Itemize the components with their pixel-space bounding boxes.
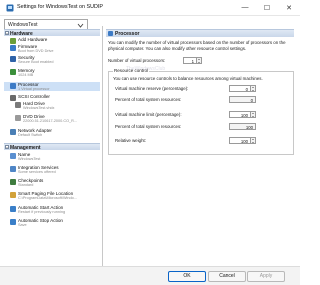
pct-total-label-2: Percent of total system resources: [115,124,182,129]
name-icon [10,153,16,159]
weight-stepper[interactable] [251,137,256,144]
chevron-down-icon [77,23,84,28]
weight-input[interactable]: 100 [229,137,251,144]
panel-header: Processor [106,29,294,37]
processor-icon [108,31,113,36]
nav-item-sub: Standard [18,182,34,187]
nav-item-memory[interactable]: Memory 1024 MB [4,68,100,77]
nav-item-name[interactable]: Name WindowsTest [4,152,100,161]
reserve-stepper[interactable] [251,85,256,92]
stepper-up-icon[interactable] [252,113,254,114]
nav-item-sub: Boot from DVD Drive [18,48,54,53]
hard-drive-icon [15,102,21,108]
nav-item-sub: 1 Virtual processor [18,86,50,91]
nav-item-sub: Default Switch [18,132,43,137]
resource-control-group: Resource control You can use resource co… [108,68,294,155]
nav-item-checkpoints[interactable]: Checkpoints Standard [4,178,100,187]
start-action-icon [10,206,16,212]
panel-description: You can modify the number of virtual pro… [108,40,286,51]
nav-item-label: SCSI Controller [18,94,50,99]
stepper-up-icon[interactable] [198,59,200,60]
close-button[interactable]: ✕ [278,0,300,15]
resource-control-description: You can use resource controls to balance… [113,76,263,81]
pct-total-value-2: 100 [245,124,253,130]
settings-nav-tree: − Hardware Add Hardware Firmware Boot fr… [4,29,100,264]
management-section-header[interactable]: − Management [4,143,100,151]
collapse-icon[interactable]: − [5,145,9,150]
nav-item-sub: Save [18,222,27,227]
nav-item-security[interactable]: Security Secure Boot enabled [4,55,100,64]
minimize-button[interactable]: — [234,0,256,15]
dialog-button-bar: OK Cancel Apply [0,266,300,285]
checkpoints-icon [10,179,16,185]
pct-total-field-1: 0 [229,96,256,103]
nav-item-sub: C:\ProgramData\Microsoft\Windo... [18,195,77,200]
num-vp-value: 1 [191,58,194,64]
nav-item-smart-paging[interactable]: Smart Paging File Location C:\ProgramDat… [4,191,100,200]
firmware-icon [10,45,16,51]
weight-label: Relative weight: [115,138,146,143]
nav-item-sub: Some services offered [18,169,56,174]
maximize-button[interactable]: ☐ [256,0,278,15]
nav-item-sub: 22000.51.210617-2000.CO_R... [23,118,78,123]
splitter[interactable] [102,26,103,266]
dvd-drive-icon [15,115,21,121]
reserve-value: 0 [245,86,248,92]
shield-icon [10,56,16,62]
nav-item-sub: WindowsTest.vhdx [23,105,55,110]
nav-item-label: Add Hardware [18,37,48,42]
nav-item-integration-services[interactable]: Integration Services Some services offer… [4,165,100,174]
apply-button[interactable]: Apply [247,271,285,282]
stepper-down-icon[interactable] [252,142,254,143]
management-section-label: Management [10,144,41,151]
nav-item-hard-drive[interactable]: Hard Drive WindowsTest.vhdx [4,101,100,110]
window-title: Settings for WindowsTest on SUDIP [17,4,103,10]
processor-icon [10,83,16,89]
stepper-down-icon[interactable] [198,62,200,63]
network-adapter-icon [10,129,16,135]
title-bar: Settings for WindowsTest on SUDIP — ☐ ✕ [0,0,300,16]
stepper-down-icon[interactable] [252,90,254,91]
reserve-input[interactable]: 0 [229,85,251,92]
cancel-button[interactable]: Cancel [208,271,246,282]
hardware-section-header[interactable]: − Hardware [4,29,100,37]
reserve-label: Virtual machine reserve (percentage): [115,86,189,91]
stop-action-icon [10,219,16,225]
stepper-up-icon[interactable] [252,87,254,88]
nav-item-processor[interactable]: Processor 1 Virtual processor [4,82,100,91]
num-vp-input[interactable]: 1 [183,57,197,64]
nav-item-automatic-stop-action[interactable]: Automatic Stop Action Save [4,218,100,227]
weight-value: 100 [240,138,248,144]
num-vp-stepper[interactable] [197,57,202,64]
nav-item-sub: Secure Boot enabled [18,59,54,64]
watermark: TheWindowsClub [126,66,166,72]
panel-title: Processor [115,31,140,37]
nav-item-sub: WindowsTest [18,156,41,161]
limit-label: Virtual machine limit (percentage): [115,112,182,117]
limit-input[interactable]: 100 [229,111,251,118]
nav-item-network-adapter[interactable]: Network Adapter Default Switch [4,128,100,137]
hardware-section-label: Hardware [10,30,33,37]
vm-selector-value: WindowsTest [8,22,38,28]
memory-icon [10,69,16,75]
num-vp-label: Number of virtual processors: [108,58,166,63]
settings-app-icon [6,4,14,12]
ok-button[interactable]: OK [168,271,206,282]
collapse-icon[interactable]: − [5,31,9,36]
processor-settings-panel: Processor You can modify the number of v… [106,29,294,264]
folder-icon [10,192,16,198]
integration-services-icon [10,166,16,172]
pct-total-label-1: Percent of total system resources: [115,97,182,102]
limit-stepper[interactable] [251,111,256,118]
nav-item-dvd-drive[interactable]: DVD Drive 22000.51.210617-2000.CO_R... [4,114,100,123]
stepper-down-icon[interactable] [252,116,254,117]
pct-total-field-2: 100 [229,123,256,130]
pct-total-value-1: 0 [250,97,253,103]
nav-item-automatic-start-action[interactable]: Automatic Start Action Restart if previo… [4,205,100,214]
nav-item-sub: Restart if previously running [18,209,66,214]
nav-item-firmware[interactable]: Firmware Boot from DVD Drive [4,44,100,53]
nav-item-sub: 1024 MB [18,72,34,77]
stepper-up-icon[interactable] [252,139,254,140]
limit-value: 100 [240,112,248,118]
